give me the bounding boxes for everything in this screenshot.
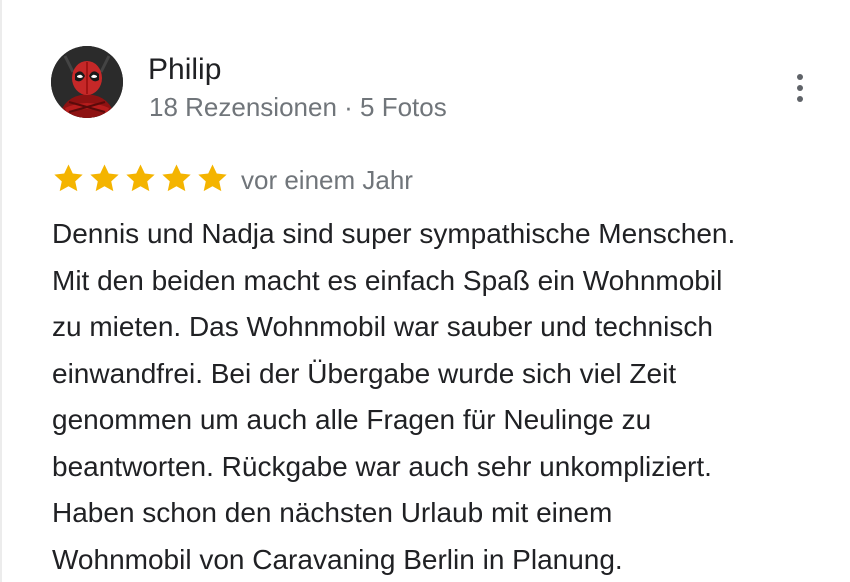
review-card: Philip 18 Rezensionen · 5 Fotos vor eine… <box>0 0 850 582</box>
review-text-line: einwandfrei. Bei der Übergabe wurde sich… <box>52 357 677 389</box>
author-meta[interactable]: 18 Rezensionen · 5 Fotos <box>149 90 447 124</box>
deadpool-avatar-icon <box>51 46 123 118</box>
review-text-line: Dennis und Nadja sind super sympathische… <box>52 218 736 249</box>
review-text-line: genommen um auch alle Fragen für Neuling… <box>52 404 652 435</box>
review-text-line: beantworten. Rückgabe war auch sehr unko… <box>52 450 712 482</box>
more-vert-icon <box>797 96 803 102</box>
star-icon <box>126 164 155 192</box>
star-rating <box>52 162 229 195</box>
review-text-line: Mit den beiden macht es einfach Spaß ein… <box>52 264 723 296</box>
more-vert-icon <box>797 85 803 91</box>
review-text: Dennis und Nadja sind super sympathische… <box>52 211 842 582</box>
star-icon <box>162 164 191 192</box>
more-vert-icon <box>797 74 803 80</box>
review-text-line: Haben schon den nächsten Urlaub mit eine… <box>52 497 613 528</box>
star-icon <box>54 164 83 192</box>
star-icon <box>90 164 119 192</box>
avatar[interactable] <box>51 46 123 118</box>
review-text-line: Wohnmobil von Caravaning Berlin in Planu… <box>52 543 623 575</box>
review-text-line: zu mieten. Das Wohnmobil war sauber und … <box>52 311 713 342</box>
more-options-button[interactable] <box>782 68 818 108</box>
star-icon <box>198 164 227 192</box>
author-name[interactable]: Philip <box>148 51 221 89</box>
review-date: vor einem Jahr <box>241 165 413 195</box>
